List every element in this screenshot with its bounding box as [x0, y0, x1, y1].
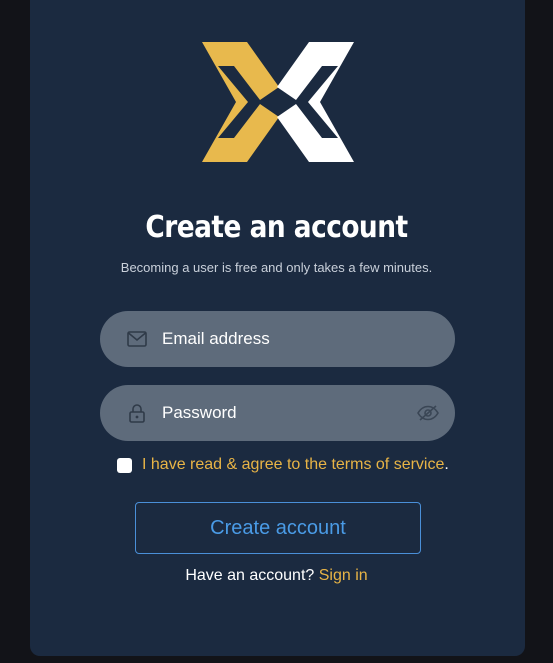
password-field[interactable]: Password: [100, 385, 455, 441]
signin-link[interactable]: Sign in: [319, 567, 368, 584]
terms-checkbox[interactable]: [117, 457, 132, 473]
password-placeholder: Password: [162, 403, 237, 422]
signin-prompt: Have an account?: [185, 567, 315, 584]
terms-link[interactable]: I have read & agree to the terms of serv…: [142, 456, 444, 474]
signin-row: Have an account? Sign in: [0, 567, 553, 585]
eye-slash-icon[interactable]: [417, 402, 439, 424]
envelope-icon: [126, 328, 148, 350]
email-placeholder: Email address: [162, 329, 270, 348]
terms-suffix: .: [444, 456, 449, 473]
terms-row: I have read & agree to the terms of serv…: [117, 456, 449, 474]
page-subtitle: Becoming a user is free and only takes a…: [120, 260, 433, 275]
lock-icon: [126, 402, 148, 424]
page-title: Create an account: [145, 210, 408, 245]
x-logo-icon: [202, 42, 354, 162]
create-account-button[interactable]: Create account: [135, 502, 421, 554]
email-field[interactable]: Email address: [100, 311, 455, 367]
